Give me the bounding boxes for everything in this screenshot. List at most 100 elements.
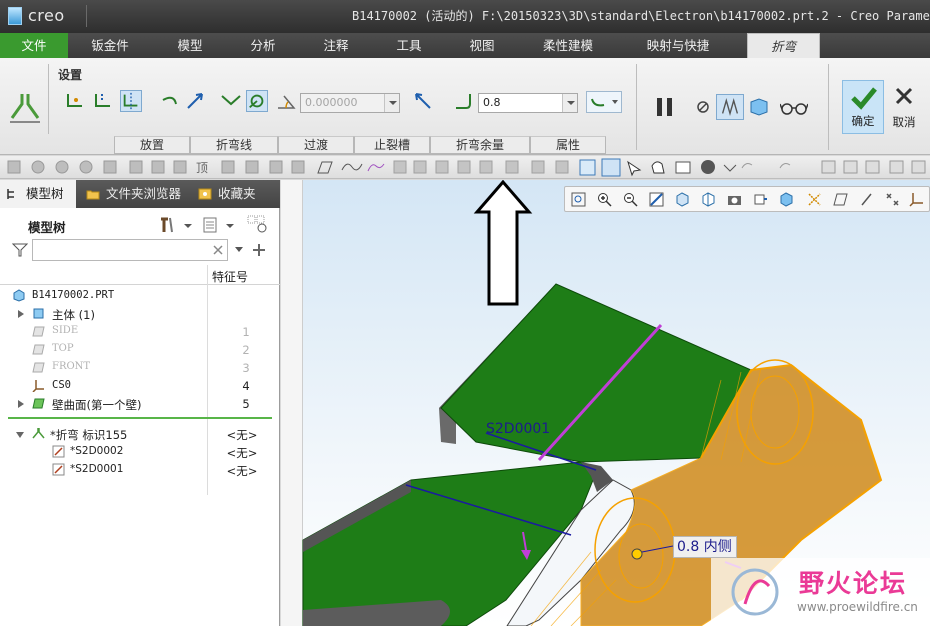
- tree-row-label: FRONT: [52, 361, 91, 372]
- repaint-icon[interactable]: [649, 192, 664, 207]
- axis-display-icon[interactable]: [859, 192, 874, 207]
- expand-icon[interactable]: [18, 400, 24, 408]
- tree-row-label: 壁曲面(第一个壁): [52, 398, 142, 412]
- title-bar: creo B14170002 (活动的) F:\20150323\3D\stan…: [0, 0, 930, 33]
- tab-favorites[interactable]: 收藏夹: [192, 180, 278, 208]
- bend-line-side-icon[interactable]: [64, 90, 86, 112]
- flip-angle-icon[interactable]: [412, 90, 434, 112]
- zoom-out-icon[interactable]: [623, 192, 638, 207]
- bend-icon: [32, 428, 45, 439]
- tree-row-top-plane[interactable]: TOP 2: [0, 341, 272, 359]
- tree-row-side-plane[interactable]: SIDE 1: [0, 323, 272, 341]
- tab-analysis[interactable]: 分析: [230, 33, 296, 58]
- tab-favorites-label: 收藏夹: [218, 186, 256, 201]
- tree-search-input[interactable]: [32, 239, 228, 261]
- tree-show-icon[interactable]: [202, 216, 238, 234]
- favorites-icon: [198, 188, 212, 200]
- subtab-transition[interactable]: 过渡: [278, 136, 354, 154]
- filter-icon[interactable]: [12, 242, 28, 258]
- bend-radius-field[interactable]: 0.8: [478, 93, 578, 113]
- perspective-icon[interactable]: [779, 192, 794, 207]
- folder-icon: [86, 190, 100, 200]
- view-manager-icon[interactable]: [753, 192, 768, 207]
- verify-model-icon[interactable]: [748, 96, 770, 118]
- subtab-bend-line[interactable]: 折弯线: [190, 136, 278, 154]
- chevron-down-icon[interactable]: [234, 246, 244, 254]
- watermark-logo-icon: [731, 568, 779, 616]
- glasses-icon[interactable]: [780, 96, 808, 118]
- tab-file[interactable]: 文件: [0, 33, 68, 58]
- roll-bend-icon[interactable]: [246, 90, 268, 112]
- chevron-down-icon[interactable]: [562, 94, 577, 112]
- datum-display-icon[interactable]: [807, 192, 822, 207]
- navigator-tabs: 模型树 文件夹浏览器 收藏夹: [0, 180, 280, 208]
- collapse-icon[interactable]: [16, 432, 24, 438]
- subtab-placement[interactable]: 放置: [114, 136, 190, 154]
- bend-radius-value: 0.8: [483, 96, 501, 109]
- tab-model[interactable]: 模型: [156, 33, 224, 58]
- flip-bend-icon[interactable]: [184, 90, 206, 112]
- tree-row-label: SIDE: [52, 325, 79, 336]
- feature-id-column-header[interactable]: 特征号: [212, 268, 248, 285]
- radius-dimension-tag[interactable]: 0.8 内侧: [673, 536, 737, 558]
- tab-folder-browser[interactable]: 文件夹浏览器: [80, 180, 190, 208]
- ribbon-separator: [828, 64, 829, 150]
- point-display-icon[interactable]: [885, 192, 900, 207]
- tree-row-body[interactable]: 主体 (1): [0, 305, 272, 323]
- bend-center-icon[interactable]: [120, 90, 142, 112]
- tree-row-bend-feature[interactable]: *折弯 标识155 <无>: [0, 425, 272, 443]
- ribbon-separator: [48, 64, 49, 134]
- tree-columns-icon[interactable]: [246, 214, 270, 234]
- csys-display-icon[interactable]: [909, 192, 924, 207]
- bend-angle-field[interactable]: 0.000000: [300, 93, 400, 113]
- refit-icon[interactable]: [571, 192, 586, 207]
- datum-plane-icon: [32, 344, 45, 355]
- tab-folder-browser-label: 文件夹浏览器: [106, 186, 182, 201]
- tree-row-csys[interactable]: CS0 4: [0, 377, 272, 395]
- subtab-bend-allowance[interactable]: 折弯余量: [430, 136, 530, 154]
- pause-icon[interactable]: [654, 96, 676, 118]
- tree-row-sketch-2[interactable]: *S2D0002 <无>: [0, 443, 272, 461]
- tab-mapkeys[interactable]: 映射与快捷: [632, 33, 724, 58]
- dimension-label[interactable]: S2D0001: [486, 421, 550, 437]
- bend-to-end-icon[interactable]: [160, 90, 182, 112]
- tab-model-tree[interactable]: 模型树: [0, 180, 76, 208]
- tab-bend[interactable]: 折弯: [747, 33, 820, 58]
- tree-row-part[interactable]: B14170002.PRT: [0, 287, 272, 305]
- tab-flexible-modeling[interactable]: 柔性建模: [528, 33, 608, 58]
- ok-button[interactable]: 确定: [842, 80, 884, 134]
- tree-row-label: *S2D0002: [70, 445, 124, 457]
- camera-icon[interactable]: [727, 192, 742, 207]
- expand-icon[interactable]: [18, 310, 24, 318]
- display-style-icon[interactable]: [675, 192, 690, 207]
- subtab-properties[interactable]: 属性: [530, 136, 606, 154]
- bend-angle-type-icon[interactable]: [220, 90, 242, 112]
- preview-icon[interactable]: [716, 94, 744, 120]
- cancel-button[interactable]: 取消: [886, 80, 922, 134]
- model-tree-icon: [7, 189, 14, 199]
- radius-side-icon[interactable]: [586, 91, 622, 113]
- tab-view[interactable]: 视图: [452, 33, 512, 58]
- clear-icon[interactable]: [213, 245, 223, 255]
- add-icon[interactable]: [252, 243, 266, 257]
- subtab-relief[interactable]: 止裂槽: [354, 136, 430, 154]
- chevron-down-icon[interactable]: [384, 94, 399, 112]
- no-preview-icon[interactable]: [692, 96, 714, 118]
- plane-display-icon[interactable]: [833, 192, 848, 207]
- saved-orientations-icon[interactable]: [701, 192, 716, 207]
- zoom-in-icon[interactable]: [597, 192, 612, 207]
- tree-row-wall-surface[interactable]: 壁曲面(第一个壁) 5: [0, 395, 272, 413]
- bend-direction-icon[interactable]: [92, 90, 114, 112]
- tree-row-front-plane[interactable]: FRONT 3: [0, 359, 272, 377]
- tab-tools[interactable]: 工具: [378, 33, 440, 58]
- tab-annotate[interactable]: 注释: [304, 33, 368, 58]
- view-toolbar: [564, 186, 930, 212]
- bend-feature-icon: [10, 94, 40, 123]
- graphics-window[interactable]: S2D0001 0.8 内侧 野火论坛 www.proewildfire.cn: [281, 180, 930, 626]
- datum-plane-icon: [32, 362, 45, 373]
- tab-model-tree-label: 模型树: [26, 186, 64, 201]
- tree-row-label: CS0: [52, 379, 71, 391]
- tree-settings-icon[interactable]: [158, 216, 196, 234]
- tab-sheetmetal[interactable]: 钣金件: [76, 33, 144, 58]
- tree-row-sketch-1[interactable]: *S2D0001 <无>: [0, 461, 272, 479]
